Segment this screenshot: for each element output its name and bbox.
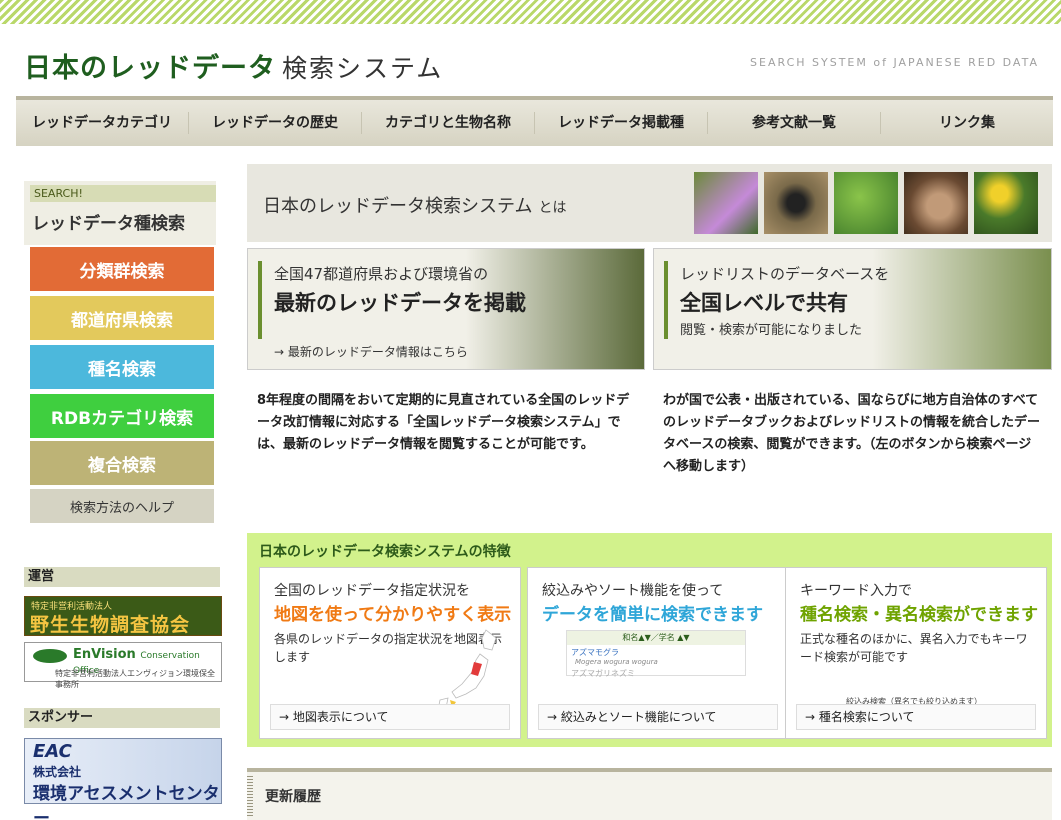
card-sort-line1: 絞込みやソート機能を使って xyxy=(542,583,724,599)
feature-card-keyword: キーワード入力で 種名検索・異名検索ができます 正式な種名のほかに、異名入力でも… xyxy=(785,567,1047,739)
envision-banner[interactable]: EnVision Conservation Office 特定非営利活動法人エン… xyxy=(24,642,222,689)
nav-history[interactable]: レッドデータの歴史 xyxy=(189,112,362,134)
feature-card-map: 全国のレッドデータ指定状況を 地図を使って分かりやすく表示 各県のレッドデータの… xyxy=(259,567,521,739)
species-search-link[interactable]: → 種名検索について xyxy=(796,704,1036,730)
thumb-plant-photo xyxy=(834,172,898,234)
sort-feature-link[interactable]: → 絞込みとソート機能について xyxy=(538,704,778,730)
site-title-main: 日本のレッドデータ xyxy=(24,53,276,84)
search-label: SEARCH! xyxy=(30,185,216,202)
search-help-button[interactable]: 検索方法のヘルプ xyxy=(30,489,214,523)
nav-links[interactable]: リンク集 xyxy=(881,112,1053,134)
nav-references[interactable]: 参考文献一覧 xyxy=(708,112,881,134)
description-left: 8年程度の間隔をおいて定期的に見直されている全国のレッドデータ改訂情報に対応する… xyxy=(257,393,630,452)
card-sort-line2: データを簡単に検索できます xyxy=(542,605,763,625)
hero-title: 日本のレッドデータ検索システム とは xyxy=(263,196,567,217)
map-display-link[interactable]: → 地図表示について xyxy=(270,704,510,730)
rdb-category-search-button[interactable]: RDBカテゴリ検索 xyxy=(30,394,214,438)
search-title: レッドデータ種検索 xyxy=(32,214,185,234)
sort-row-1-sci: Mogera wogura wogura xyxy=(575,658,658,666)
redlist-share-banner[interactable]: レッドリストのデータベースを 全国レベルで共有 閲覧・検索が可能になりました xyxy=(653,248,1052,370)
species-name-search-button[interactable]: 種名検索 xyxy=(30,345,214,389)
latest-reddata-banner[interactable]: 全国47都道府県および環境省の 最新のレッドデータを掲載 → 最新のレッドデータ… xyxy=(247,248,645,370)
eac-company: 株式会社 xyxy=(33,765,82,779)
eac-logo: EAC xyxy=(33,741,72,762)
card-keyword-line3: 正式な種名のほかに、異名入力でもキーワード検索が可能です xyxy=(800,632,1028,664)
sort-header: 和名▲▼／学名 ▲▼ xyxy=(567,631,745,645)
site-tagline: SEARCH SYSTEM of JAPANESE RED DATA xyxy=(750,56,1039,69)
yasei-banner-name: 野生生物調査協会 xyxy=(30,614,191,636)
main-nav: レッドデータカテゴリ レッドデータの歴史 カテゴリと生物名称 レッドデータ掲載種… xyxy=(16,96,1053,146)
updates-accent xyxy=(247,776,253,816)
card-keyword-line1: キーワード入力で xyxy=(800,583,912,599)
banner-a-line1: 全国47都道府県および環境省の xyxy=(274,265,489,283)
envision-banner-sub: 特定非営利活動法人エンヴィジョン環境保全事務所 xyxy=(55,669,215,689)
eac-banner[interactable]: EAC 株式会社 環境アセスメントセンター xyxy=(24,738,222,820)
banner-b-line1: レッドリストのデータベースを xyxy=(680,265,890,283)
envision-logo-icon xyxy=(33,649,67,663)
site-title[interactable]: 日本のレッドデータ 検索システム xyxy=(24,46,443,85)
nav-category-names[interactable]: カテゴリと生物名称 xyxy=(362,112,535,134)
sponsor-heading: スポンサー xyxy=(24,708,220,728)
banner-accent xyxy=(258,261,262,339)
hero-thumbnails xyxy=(694,172,1038,234)
feature-card-sort: 絞込みやソート機能を使って データを簡単に検索できます 和名▲▼／学名 ▲▼ ア… xyxy=(527,567,789,739)
nav-listed-species[interactable]: レッドデータ掲載種 xyxy=(535,112,708,134)
nav-redcategory[interactable]: レッドデータカテゴリ xyxy=(16,112,189,134)
combined-search-button[interactable]: 複合検索 xyxy=(30,441,214,485)
banner-b-line2: 全国レベルで共有 xyxy=(680,291,848,315)
updates-title: 更新履歴 xyxy=(265,789,321,805)
features-heading: 日本のレッドデータ検索システムの特徴 xyxy=(259,544,511,560)
banner-b-line3: 閲覧・検索が可能になりました xyxy=(680,323,863,338)
eac-name: 環境アセスメントセンター xyxy=(33,784,220,820)
hero-bar: 日本のレッドデータ検索システム とは xyxy=(247,164,1052,242)
search-box: SEARCH! レッドデータ種検索 xyxy=(24,181,216,245)
operation-heading: 運営 xyxy=(24,567,220,587)
thumb-yellow-flower-photo xyxy=(974,172,1038,234)
thumb-shrew-photo xyxy=(904,172,968,234)
banner-a-line2: 最新のレッドデータを掲載 xyxy=(274,291,526,315)
latest-reddata-link[interactable]: → 最新のレッドデータ情報はこちら xyxy=(274,343,468,360)
header-stripe xyxy=(0,0,1061,24)
sort-row-1: アズマモグラ xyxy=(571,648,619,657)
description-right: わが国で公表・出版されている、国ならびに地方自治体のすべてのレッドデータブックお… xyxy=(663,393,1041,474)
card-keyword-line2: 種名検索・異名検索ができます xyxy=(800,605,1038,625)
thumb-newt-photo xyxy=(764,172,828,234)
taxon-search-button[interactable]: 分類群検索 xyxy=(30,247,214,291)
banner-accent xyxy=(664,261,668,339)
card-map-line2: 地図を使って分かりやすく表示 xyxy=(274,605,512,625)
sort-preview: 和名▲▼／学名 ▲▼ アズマモグラ Mogera wogura wogura ア… xyxy=(566,630,746,678)
card-map-line1: 全国のレッドデータ指定状況を xyxy=(274,583,470,599)
yasei-banner[interactable]: 特定非営利活動法人 野生生物調査協会 xyxy=(24,596,222,636)
updates-section: 更新履歴 xyxy=(247,772,1052,820)
sort-row-2: アズマガリネズミ xyxy=(571,669,635,678)
thumb-flower-photo xyxy=(694,172,758,234)
site-title-sub: 検索システム xyxy=(282,54,444,83)
prefecture-search-button[interactable]: 都道府県検索 xyxy=(30,296,214,340)
features-section: 日本のレッドデータ検索システムの特徴 全国のレッドデータ指定状況を 地図を使って… xyxy=(247,533,1052,747)
